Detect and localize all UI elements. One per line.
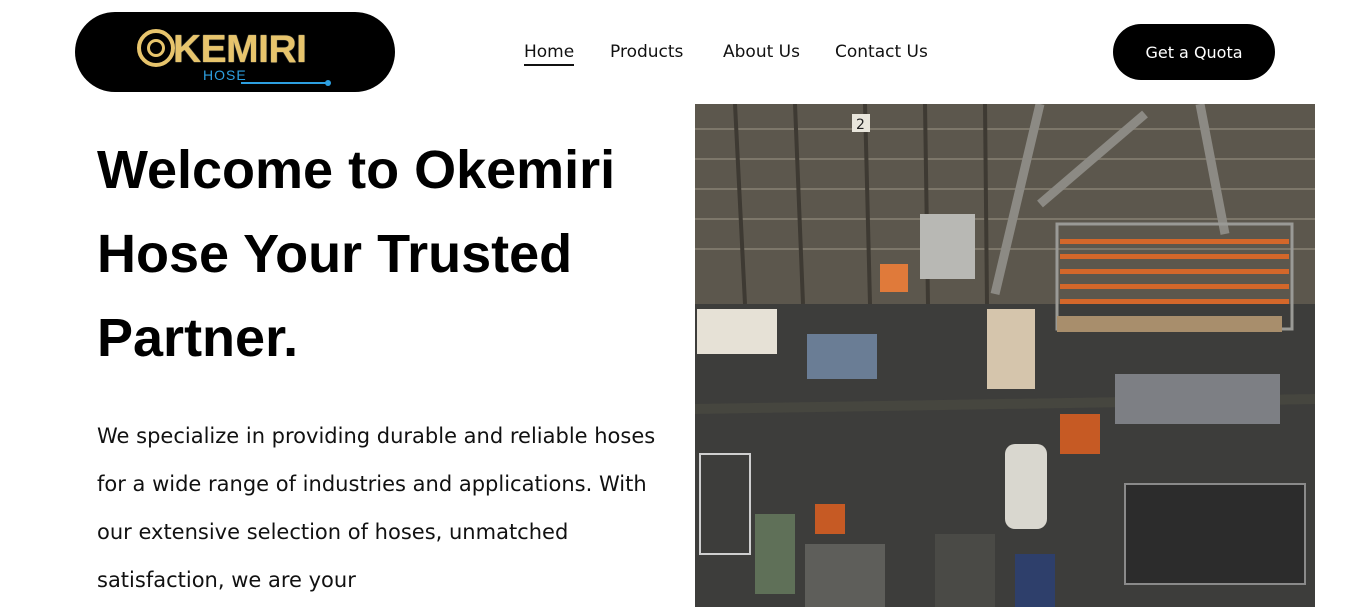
bay-number: 2 [856,117,865,133]
orange-frame [1060,414,1100,454]
logo-ring-icon [137,29,175,67]
logo-wordmark-text: KEMIRI [173,28,307,71]
equipment-pile [805,544,885,607]
page: KEMIRI HOSE Home Products About Us Conta… [0,0,1349,607]
nav-about-us[interactable]: About Us [723,40,800,64]
get-quota-button[interactable]: Get a Quota [1113,24,1275,80]
metal-cage [920,214,975,279]
warehouse-illustration: 2 [695,104,1315,607]
stage-frames [1124,483,1306,585]
logo-hose-line-icon [241,80,331,86]
orange-drum [880,264,908,292]
white-vintage-car [1005,444,1047,529]
hero-warehouse-image: 2 [695,104,1315,607]
nav-products[interactable]: Products [610,40,683,64]
blue-cart [807,334,877,379]
green-cabinet [755,514,795,594]
metal-platforms [1115,374,1280,424]
navy-crate [1015,554,1055,607]
orange-box [815,504,845,534]
white-crate [697,309,777,354]
logo-wordmark: KEMIRI [137,29,307,71]
nav-contact-us[interactable]: Contact Us [835,40,928,64]
hero-title: Welcome to Okemiri Hose Your Trusted Par… [97,140,616,368]
logo-link[interactable]: KEMIRI HOSE [75,12,395,92]
logo: KEMIRI HOSE [137,29,333,86]
floor-cases [935,534,995,607]
hero-description: We specialize in providing durable and r… [97,424,656,592]
wooden-crate [987,309,1035,389]
logo-subtitle: HOSE [203,67,247,83]
nav-home[interactable]: Home [524,40,575,66]
